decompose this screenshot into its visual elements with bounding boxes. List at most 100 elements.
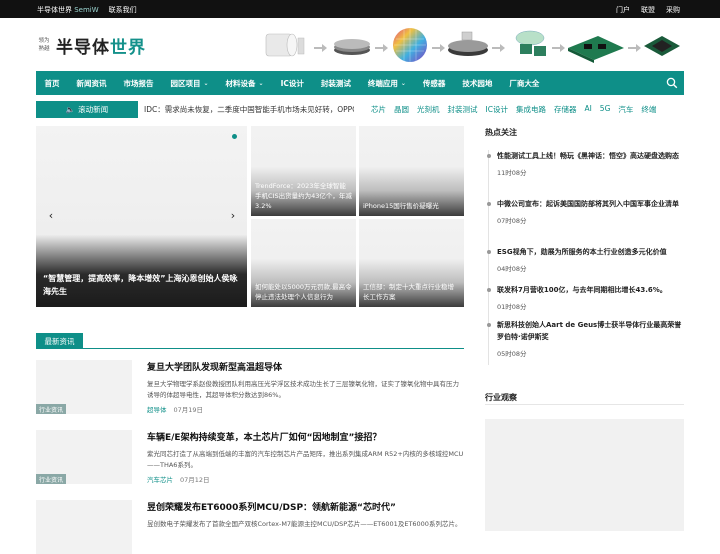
article-item[interactable]: 行业资讯 车辆E/E架构持续变革，本土芯片厂如何“因地制宜”接招？ 紫光同芯打造… [36, 430, 466, 490]
logo-small-text: 领为 熟越 [36, 37, 52, 53]
die-icon [515, 30, 546, 56]
article-date: 07月19日 [173, 406, 204, 414]
article-tag[interactable]: 行业资讯 [36, 404, 67, 414]
article-desc: 紫光同芯打造了从高端到低端的丰富的汽车控制芯片产品矩阵，推出系列集成ARM R5… [147, 450, 464, 469]
logo-name: 半导体世界 [56, 33, 146, 58]
topbar-link-alliance[interactable]: 联盟 [641, 5, 655, 15]
hot-topic-item[interactable]: 新思科技创始人Aart de Geus博士获半导体行业最高荣誉罗伯特·诺伊斯奖 … [485, 319, 685, 367]
article-category[interactable]: 超导体 [147, 404, 167, 414]
divider [485, 404, 684, 405]
hot-topic-item[interactable]: ESG视角下，勋展为所服务的本土行业创造多元化价值 04时08分 [485, 246, 685, 284]
nav-label: 终端应用 [367, 78, 398, 88]
nav-item-vendors[interactable]: 厂商大全 [501, 78, 548, 89]
article-item[interactable]: 昱创荣耀发布ET6000系列MCU/DSP：领航新能源“芯时代” 昱创数电子荣耀… [36, 500, 466, 554]
featured-slider[interactable]: ‹ › “智慧管理，提高效率，降本增效”上海沁恩创始人侯咏海先生 [36, 126, 247, 307]
hot-topic-text: 中微公司宣布：起诉美国国防部将其列入中国军事企业清单 [497, 200, 679, 208]
tag-list: 芯片 晶圆 光刻机 封装测试 IC设计 集成电路 存储器 AI 5G 汽车 终端 [371, 104, 656, 115]
tag-link[interactable]: 汽车 [618, 104, 633, 115]
article-desc: 昱创数电子荣耀发布了首款全国产双核Cortex-M7能源主控MCU/DSP芯片—… [147, 520, 462, 528]
article-thumbnail[interactable] [36, 500, 132, 554]
article-title[interactable]: 复旦大学团队发现新型高温超导体 [147, 360, 282, 373]
news-tile[interactable]: 工信部：制定十大重点行业稳增长工作方案 [359, 219, 464, 307]
article-item[interactable]: 行业资讯 复旦大学团队发现新型高温超导体 复旦大学物理学系赵俊教授团队利用高压光… [36, 360, 466, 420]
nav-item-ic-design[interactable]: IC设计 [272, 78, 312, 89]
chevron-down-icon: ⌄ [258, 79, 264, 87]
ticker-label-text: 滚动新闻 [78, 105, 109, 114]
bullet-icon [487, 202, 491, 206]
tag-link[interactable]: 芯片 [371, 104, 386, 115]
hot-topic-item[interactable]: 联发科7月营收100亿，与去年同期相比增长43.6%。 01时08分 [485, 284, 685, 319]
tile-caption: iPhone15国行售价疑曝光 [363, 202, 439, 210]
nav-item-market-report[interactable]: 市场报告 [115, 78, 162, 89]
topbar-site-name: 半导体世界 [37, 6, 72, 14]
topbar-link-portal[interactable]: 门户 [616, 5, 630, 15]
bullet-icon [487, 154, 491, 158]
tag-link[interactable]: 终端 [641, 104, 656, 115]
patterned-wafer-icon [393, 28, 427, 62]
bullet-icon [487, 250, 491, 254]
tag-link[interactable]: 光刻机 [417, 104, 440, 115]
slider-caption[interactable]: “智慧管理，提高效率，降本增效”上海沁恩创始人侯咏海先生 [43, 272, 243, 298]
hot-topic-text: 新思科技创始人Aart de Geus博士获半导体行业最高荣誉罗伯特·诺伊斯奖 [497, 321, 682, 341]
nav-item-sensors[interactable]: 传感器 [414, 78, 454, 89]
wafer-stack-icon [334, 39, 370, 55]
news-tile[interactable]: TrendForce：2023年全球智能手机CIS出货量约为43亿个，年减3.2… [251, 126, 356, 216]
tag-link[interactable]: 5G [600, 104, 611, 115]
nav-label: 封装测试 [320, 78, 351, 88]
article-tag[interactable]: 行业资讯 [36, 474, 67, 484]
slider-active-dot[interactable] [232, 134, 237, 139]
article-thumbnail[interactable]: 行业资讯 [36, 430, 132, 484]
tag-link[interactable]: 封装测试 [448, 104, 478, 115]
search-icon[interactable] [666, 77, 678, 89]
nav-item-materials-equipment[interactable]: 材料设备 ⌄ [217, 78, 272, 89]
ticker-headline[interactable]: IDC：需求尚未恢复，二季度中国智能手机市场未见好转，OPPO... [144, 104, 354, 115]
topbar-site-short: SemiW [74, 6, 99, 14]
topbar-contact-link[interactable]: 联系我们 [109, 5, 137, 15]
nav-item-terminal-apps[interactable]: 终端应用 ⌄ [359, 78, 414, 89]
article-title[interactable]: 车辆E/E架构持续变革，本土芯片厂如何“因地制宜”接招？ [147, 430, 381, 443]
article-date: 07月12日 [180, 476, 210, 484]
article-category[interactable]: 汽车芯片 [147, 474, 173, 484]
hot-topic-item[interactable]: 性能测试工具上线！畅玩《黑神话：悟空》高达硬盘选购态 11时08分 [485, 150, 685, 198]
chevron-left-icon[interactable]: ‹ [44, 208, 58, 222]
tile-caption: 如何能处以5000万元罚款,最高令停止违法处理个人信息行为 [255, 283, 352, 301]
diced-wafer-icon [448, 31, 488, 56]
nav-item-home[interactable]: 首页 [36, 78, 68, 89]
nav-item-news[interactable]: 新闻资讯 [68, 78, 115, 89]
nav-label: 技术园地 [462, 78, 493, 88]
chevron-right-icon[interactable]: › [226, 208, 240, 222]
topbar-site-link[interactable]: 半导体世界 SemiW [37, 5, 99, 15]
article-thumbnail[interactable]: 行业资讯 [36, 360, 132, 414]
divider [36, 348, 464, 349]
tag-link[interactable]: AI [584, 104, 591, 115]
topbar-link-purchase[interactable]: 采购 [666, 5, 680, 15]
news-tile[interactable]: iPhone15国行售价疑曝光 [359, 126, 464, 216]
tag-link[interactable]: IC设计 [486, 104, 508, 115]
process-banner-image [265, 28, 680, 63]
hot-topic-text: 联发科7月营收100亿，与去年同期相比增长43.6%。 [497, 286, 667, 294]
ticker-label: 🔈 滚动新闻 [36, 101, 138, 118]
tile-caption: 工信部：制定十大重点行业稳增长工作方案 [363, 283, 454, 301]
hot-topic-item[interactable]: 中微公司宣布：起诉美国国防部将其列入中国军事企业清单 07时08分 [485, 198, 685, 246]
chevron-down-icon: ⌄ [203, 79, 209, 87]
hot-topic-time: 04时08分 [497, 265, 527, 273]
article-title[interactable]: 昱创荣耀发布ET6000系列MCU/DSP：领航新能源“芯时代” [147, 500, 396, 513]
site-logo[interactable]: 领为 熟越 半导体世界 [36, 32, 146, 58]
hot-topic-time: 05时08分 [497, 350, 527, 358]
main-nav: 首页 新闻资讯 市场报告 园区项目 ⌄ 材料设备 ⌄ IC设计 封装测试 终端应用 ⌄… [36, 71, 684, 95]
tag-link[interactable]: 集成电路 [516, 104, 546, 115]
nav-item-park-projects[interactable]: 园区项目 ⌄ [162, 78, 217, 89]
silicon-ingot-icon [265, 33, 305, 57]
news-tile[interactable]: 如何能处以5000万元罚款,最高令停止违法处理个人信息行为 [251, 219, 356, 307]
hot-topic-time: 01时08分 [497, 303, 527, 311]
article-meta: 汽车芯片 07月12日 [147, 474, 210, 484]
nav-label: 新闻资讯 [76, 78, 107, 88]
industry-observation-image[interactable] [485, 419, 684, 531]
tag-link[interactable]: 存储器 [554, 104, 577, 115]
nav-item-tech-garden[interactable]: 技术园地 [454, 78, 501, 89]
latest-news-tab[interactable]: 最新资讯 [36, 333, 83, 349]
tile-caption: TrendForce：2023年全球智能手机CIS出货量约为43亿个，年减3.2… [255, 182, 352, 210]
nav-item-packaging-test[interactable]: 封装测试 [312, 78, 359, 89]
tag-link[interactable]: 晶圆 [394, 104, 409, 115]
article-desc: 复旦大学物理学系赵俊教授团队利用高压光学浮区技术成功生长了三层镍氧化物，证实了镍… [147, 380, 459, 399]
